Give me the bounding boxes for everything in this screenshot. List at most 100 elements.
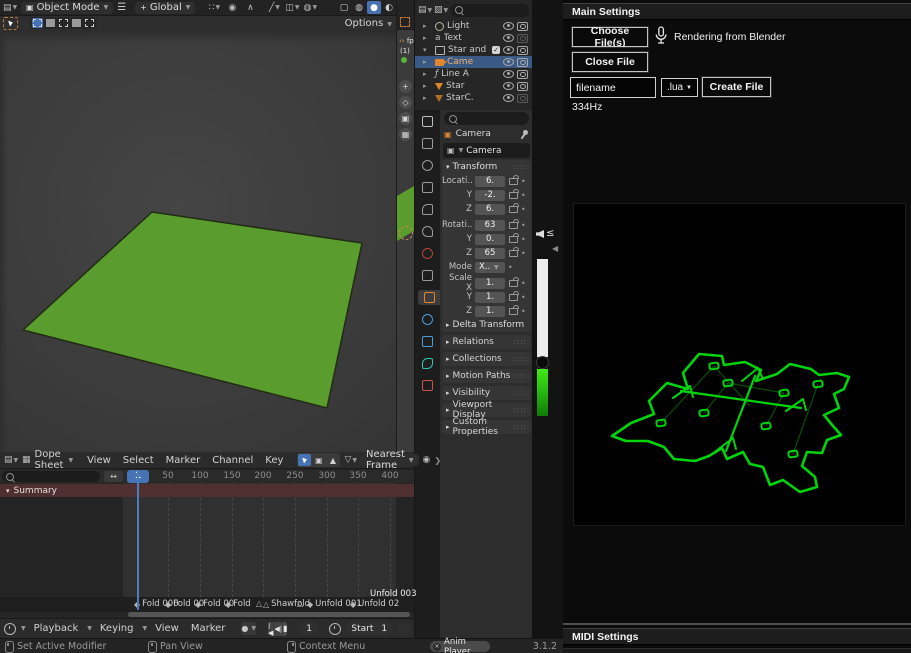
select-intersect-icon[interactable] — [84, 18, 95, 28]
tab-render[interactable] — [420, 158, 435, 173]
select-extend-icon[interactable] — [45, 18, 56, 28]
render-visibility-icon[interactable] — [517, 46, 528, 55]
auto-keying-button[interactable]: ●▼ — [241, 622, 256, 635]
render-visibility-icon[interactable] — [517, 34, 528, 43]
rotation-x-field[interactable]: 63 — [475, 220, 505, 231]
snap-magnet-icon[interactable]: ∷▼ — [207, 2, 221, 14]
active-tool-cursor-button[interactable] — [3, 17, 18, 30]
outliner-row-star[interactable]: ▸ Star — [415, 80, 532, 92]
tab-tool[interactable] — [420, 136, 435, 151]
drag-grip-icon[interactable]: :::: — [514, 389, 527, 397]
section-viewport-display[interactable]: ▸Viewport Display:::: — [442, 403, 531, 417]
timeline-marker[interactable]: ◆Fold — [225, 599, 251, 609]
drag-grip-icon[interactable]: :::: — [514, 406, 527, 414]
lock-icon[interactable] — [509, 236, 518, 243]
drag-grip-icon[interactable]: :::: — [514, 372, 527, 380]
hidden-channels-icon[interactable]: ▣ — [312, 454, 325, 466]
animate-dot-icon[interactable]: • — [521, 221, 526, 230]
collection-checkbox[interactable]: ✓ — [492, 46, 500, 54]
editor-type-icon[interactable]: ▤▼ — [4, 454, 18, 466]
menu-key[interactable]: Key — [261, 455, 287, 466]
choose-files-button[interactable]: Choose File(s) — [572, 27, 648, 47]
filter-icon[interactable]: ▨▼ — [434, 4, 448, 16]
panel-collapse-arrow[interactable]: ❯ — [434, 456, 441, 465]
mode-dropdown[interactable]: ▣ Object Mode ▼ — [21, 2, 113, 14]
tab-output[interactable] — [420, 180, 435, 195]
volume-slider-track[interactable] — [537, 255, 548, 357]
render-visibility-icon[interactable] — [517, 70, 528, 79]
breadcrumb-object[interactable]: Camera — [456, 129, 491, 139]
menu-playback[interactable]: Playback — [30, 623, 83, 634]
filename-input[interactable] — [570, 77, 656, 98]
tab-view-layer[interactable] — [420, 202, 435, 217]
end-frame-field[interactable] — [397, 622, 410, 635]
extension-dropdown[interactable]: .lua ▼ — [661, 78, 698, 97]
menu-marker[interactable]: Marker — [187, 623, 230, 634]
section-motion-paths[interactable]: ▸Motion Paths:::: — [442, 369, 531, 383]
panel-divider[interactable] — [563, 623, 911, 625]
animate-dot-icon[interactable]: • — [521, 235, 526, 244]
editor-selector-icon[interactable] — [420, 114, 435, 129]
animate-dot-icon[interactable]: • — [508, 263, 513, 272]
animate-dot-icon[interactable]: • — [521, 307, 526, 316]
marker-strip[interactable]: ◆Fold 000 ◆Fold 00 ◆Fold 00 ◆Fold △ △Sha… — [0, 597, 414, 612]
close-icon[interactable]: × — [433, 643, 441, 651]
shading-material-icon[interactable]: ● — [367, 1, 381, 14]
animate-dot-icon[interactable]: • — [521, 293, 526, 302]
location-z-field[interactable]: 6. — [475, 204, 505, 215]
eye-icon[interactable] — [503, 34, 514, 42]
select-subtract-icon[interactable] — [58, 18, 69, 28]
drag-grip-icon[interactable]: :::: — [514, 338, 527, 346]
volume-slider-knob[interactable] — [536, 356, 549, 369]
shading-solid-icon[interactable]: ◍ — [352, 1, 366, 14]
timeline-marker[interactable]: △ — [297, 599, 303, 608]
object-name-field[interactable]: ▣ ▼ Camera — [443, 143, 530, 158]
tab-world[interactable] — [420, 246, 435, 261]
current-frame-field[interactable]: 1 — [299, 622, 320, 635]
animate-dot-icon[interactable]: • — [521, 177, 526, 186]
outliner-row-light[interactable]: ▸ Light — [415, 20, 532, 32]
summary-channel[interactable]: ▾ Summary — [0, 484, 414, 497]
laser-preview-canvas[interactable] — [573, 203, 906, 526]
lock-icon[interactable] — [509, 250, 518, 257]
tab-collection[interactable] — [420, 268, 435, 283]
outliner-row-curve[interactable]: ▸ ƒ Line A — [415, 68, 532, 80]
timeline-marker[interactable]: △ — [256, 599, 262, 608]
filter-funnel-icon[interactable]: ▽▼ — [344, 454, 357, 466]
rotation-y-field[interactable]: 0. — [475, 234, 505, 245]
properties-search[interactable] — [444, 112, 529, 125]
snap-dropdown[interactable]: Nearest Frame ▼ — [361, 454, 419, 466]
pin-icon[interactable] — [521, 130, 529, 138]
eye-icon[interactable] — [503, 58, 514, 66]
timeline-clock-icon[interactable] — [4, 623, 16, 635]
drag-grip-icon[interactable]: :::: — [514, 355, 527, 363]
tab-object[interactable] — [418, 290, 440, 305]
tab-physics[interactable] — [420, 312, 435, 327]
select-invert-icon[interactable] — [71, 18, 82, 28]
delta-transform-header[interactable]: ▸ Delta Transform — [442, 318, 531, 332]
tab-object-data[interactable] — [420, 356, 435, 371]
main-settings-header[interactable]: Main Settings — [563, 3, 911, 20]
keyframe-area[interactable]: ▾ Summary — [0, 483, 414, 597]
lock-icon[interactable] — [509, 308, 518, 315]
section-relations[interactable]: ▸Relations:::: — [442, 335, 531, 349]
eye-icon[interactable] — [503, 82, 514, 90]
rotation-z-field[interactable]: 65 — [475, 248, 505, 259]
drag-grip-icon[interactable]: :::: — [514, 423, 527, 431]
channel-search[interactable] — [2, 471, 100, 482]
outliner-row-starc[interactable]: ▸ StarC. — [415, 92, 532, 104]
orientation-dropdown[interactable]: + Global ▼ — [135, 2, 195, 14]
animate-dot-icon[interactable]: • — [521, 249, 526, 258]
animate-dot-icon[interactable]: • — [521, 205, 526, 214]
timeline-marker[interactable]: ◆Unfold 02 — [350, 599, 399, 609]
playhead[interactable] — [137, 470, 139, 610]
location-y-field[interactable]: -2. — [475, 190, 505, 201]
expand-channels-button[interactable]: ↔ — [104, 471, 123, 482]
expand-icon[interactable]: ▸ — [423, 22, 427, 30]
falloff-curve-icon[interactable]: ∧ — [243, 2, 257, 14]
render-visibility-icon[interactable] — [517, 94, 528, 103]
tab-scene[interactable] — [420, 224, 435, 239]
scale-x-field[interactable]: 1. — [475, 278, 505, 289]
menu-view[interactable]: View — [83, 455, 115, 466]
expand-icon[interactable]: ▸ — [423, 82, 427, 90]
